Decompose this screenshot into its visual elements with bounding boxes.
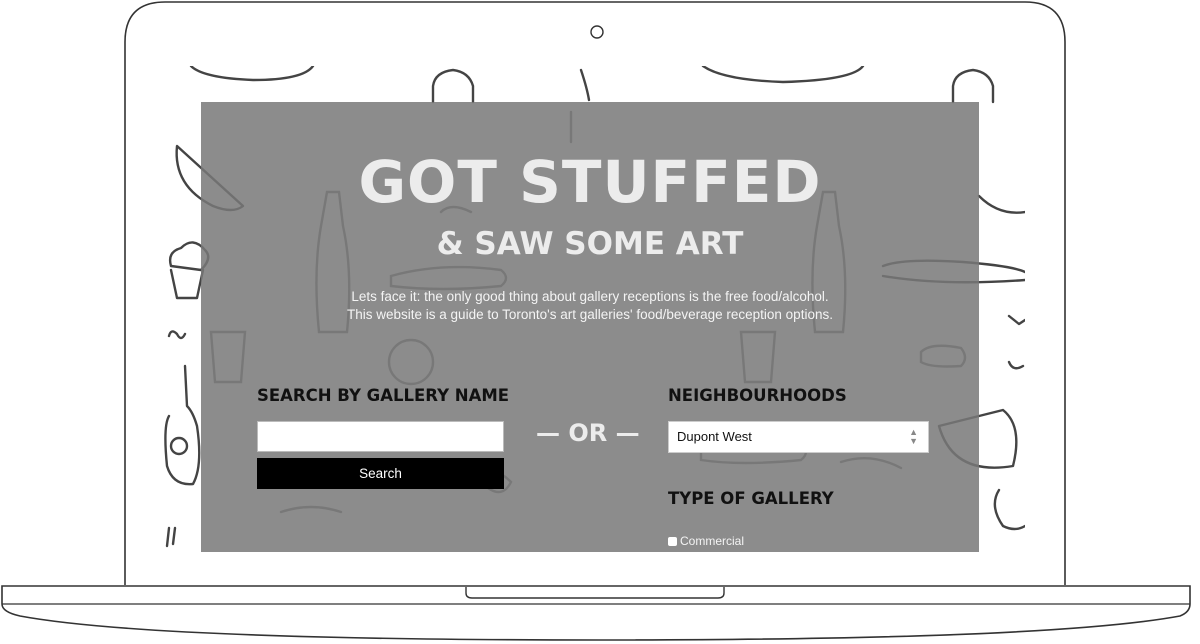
neighbourhoods-heading: NEIGHBOURHOODS: [668, 386, 847, 405]
gallery-type-option[interactable]: Commercial: [668, 534, 930, 548]
page-subtitle: & SAW SOME ART: [436, 226, 744, 262]
filter-section: NEIGHBOURHOODS Dupont West ▲ ▼ TYPE OF GA…: [668, 386, 930, 548]
hero-panel: GOT STUFFED & SAW SOME ART Lets face it:…: [201, 102, 979, 552]
neighbourhood-selected-value: Dupont West: [677, 429, 752, 444]
page-title: GOT STUFFED: [358, 148, 822, 216]
camera-dot-icon: [590, 25, 604, 39]
commercial-label: Commercial: [680, 534, 745, 548]
intro-text: Lets face it: the only good thing about …: [347, 289, 833, 322]
updown-chevron-icon: ▲ ▼: [909, 427, 918, 446]
search-section: SEARCH BY GALLERY NAME Search: [257, 386, 510, 489]
browser-viewport: GOT STUFFED & SAW SOME ART Lets face it:…: [163, 66, 1025, 552]
or-divider: — OR —: [536, 419, 640, 447]
gallery-search-input[interactable]: [257, 421, 504, 452]
neighbourhood-select[interactable]: Dupont West ▲ ▼: [668, 421, 929, 453]
gallery-type-heading: TYPE OF GALLERY: [668, 489, 834, 508]
commercial-checkbox[interactable]: [668, 536, 677, 546]
search-heading: SEARCH BY GALLERY NAME: [257, 386, 510, 405]
search-button[interactable]: Search: [257, 458, 504, 489]
